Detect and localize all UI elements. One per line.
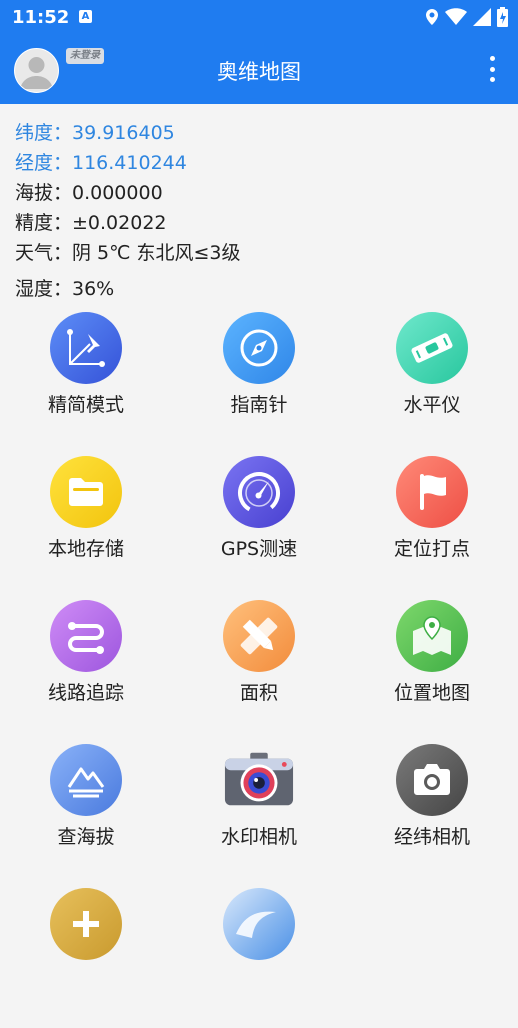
- flag-icon: [396, 456, 468, 528]
- tool-label: 经纬相机: [393, 826, 470, 848]
- tool-gps-speed[interactable]: GPS测速: [173, 456, 345, 596]
- tool-route-tracking[interactable]: 线路追踪: [0, 600, 172, 740]
- tool-label: 查海拔: [57, 826, 115, 848]
- tool-label: 位置地图: [393, 682, 470, 704]
- humidity-text: 湿度：36%: [15, 278, 115, 300]
- altitude-text: 海拔：0.000000: [15, 182, 163, 204]
- tool-area[interactable]: 面积: [173, 600, 345, 740]
- accuracy-text: 精度：±0.02022: [15, 212, 167, 234]
- tool-latlng-camera[interactable]: 经纬相机: [346, 744, 518, 884]
- tool-compass[interactable]: 指南针: [173, 312, 345, 452]
- tool-label: 定位打点: [393, 538, 470, 560]
- camera-icon: [396, 744, 468, 816]
- tool-label: 水平仪: [403, 394, 461, 416]
- tool-more-2[interactable]: [173, 888, 345, 1028]
- plus-icon: [50, 888, 122, 960]
- wave-icon: [223, 888, 295, 960]
- battery-icon: [497, 7, 508, 27]
- compass-icon: [223, 312, 295, 384]
- tool-label: 指南针: [230, 394, 288, 416]
- tool-label: 水印相机: [220, 826, 297, 848]
- tool-watermark-camera[interactable]: 水印相机: [173, 744, 345, 884]
- tool-simple-mode[interactable]: 精简模式: [0, 312, 172, 452]
- app-title: 奥维地图: [217, 60, 301, 84]
- tool-label: 线路追踪: [47, 682, 124, 704]
- map-pin-icon: [396, 600, 468, 672]
- longitude-text: 经度：116.410244: [15, 152, 187, 174]
- tool-label: 面积: [239, 682, 278, 704]
- more-menu-icon[interactable]: [488, 56, 496, 82]
- tool-label: GPS测速: [220, 538, 298, 560]
- tool-location-mark[interactable]: 定位打点: [346, 456, 518, 596]
- ruler-pencil-icon: [223, 600, 295, 672]
- location-icon: [426, 9, 438, 25]
- pin-square-icon: [50, 312, 122, 384]
- status-time: 11:52: [12, 7, 70, 28]
- weather-text: 天气：阴 5℃ 东北风≤3级: [15, 242, 241, 264]
- level-icon: [396, 312, 468, 384]
- wifi-icon: [445, 8, 467, 25]
- tool-altitude[interactable]: 查海拔: [0, 744, 172, 884]
- camera-color-icon: [223, 744, 295, 816]
- notification-icon: A: [79, 10, 92, 23]
- status-icons: [425, 7, 508, 27]
- tool-label: 本地存储: [47, 538, 124, 560]
- tool-label: 精简模式: [47, 394, 124, 416]
- folder-icon: [50, 456, 122, 528]
- tool-more-1[interactable]: [0, 888, 172, 1028]
- location-info: 纬度：39.916405 经度：116.410244 海拔：0.000000 精…: [15, 118, 241, 304]
- latitude-text: 纬度：39.916405: [15, 122, 175, 144]
- route-icon: [50, 600, 122, 672]
- signal-icon: [473, 8, 491, 26]
- tool-local-storage[interactable]: 本地存储: [0, 456, 172, 596]
- app-bar: 未登录 奥维地图: [0, 34, 518, 104]
- tool-location-map[interactable]: 位置地图: [346, 600, 518, 740]
- mountain-icon: [50, 744, 122, 816]
- status-bar: 11:52 A: [0, 0, 518, 34]
- speedometer-icon: [223, 456, 295, 528]
- tool-level[interactable]: 水平仪: [346, 312, 518, 452]
